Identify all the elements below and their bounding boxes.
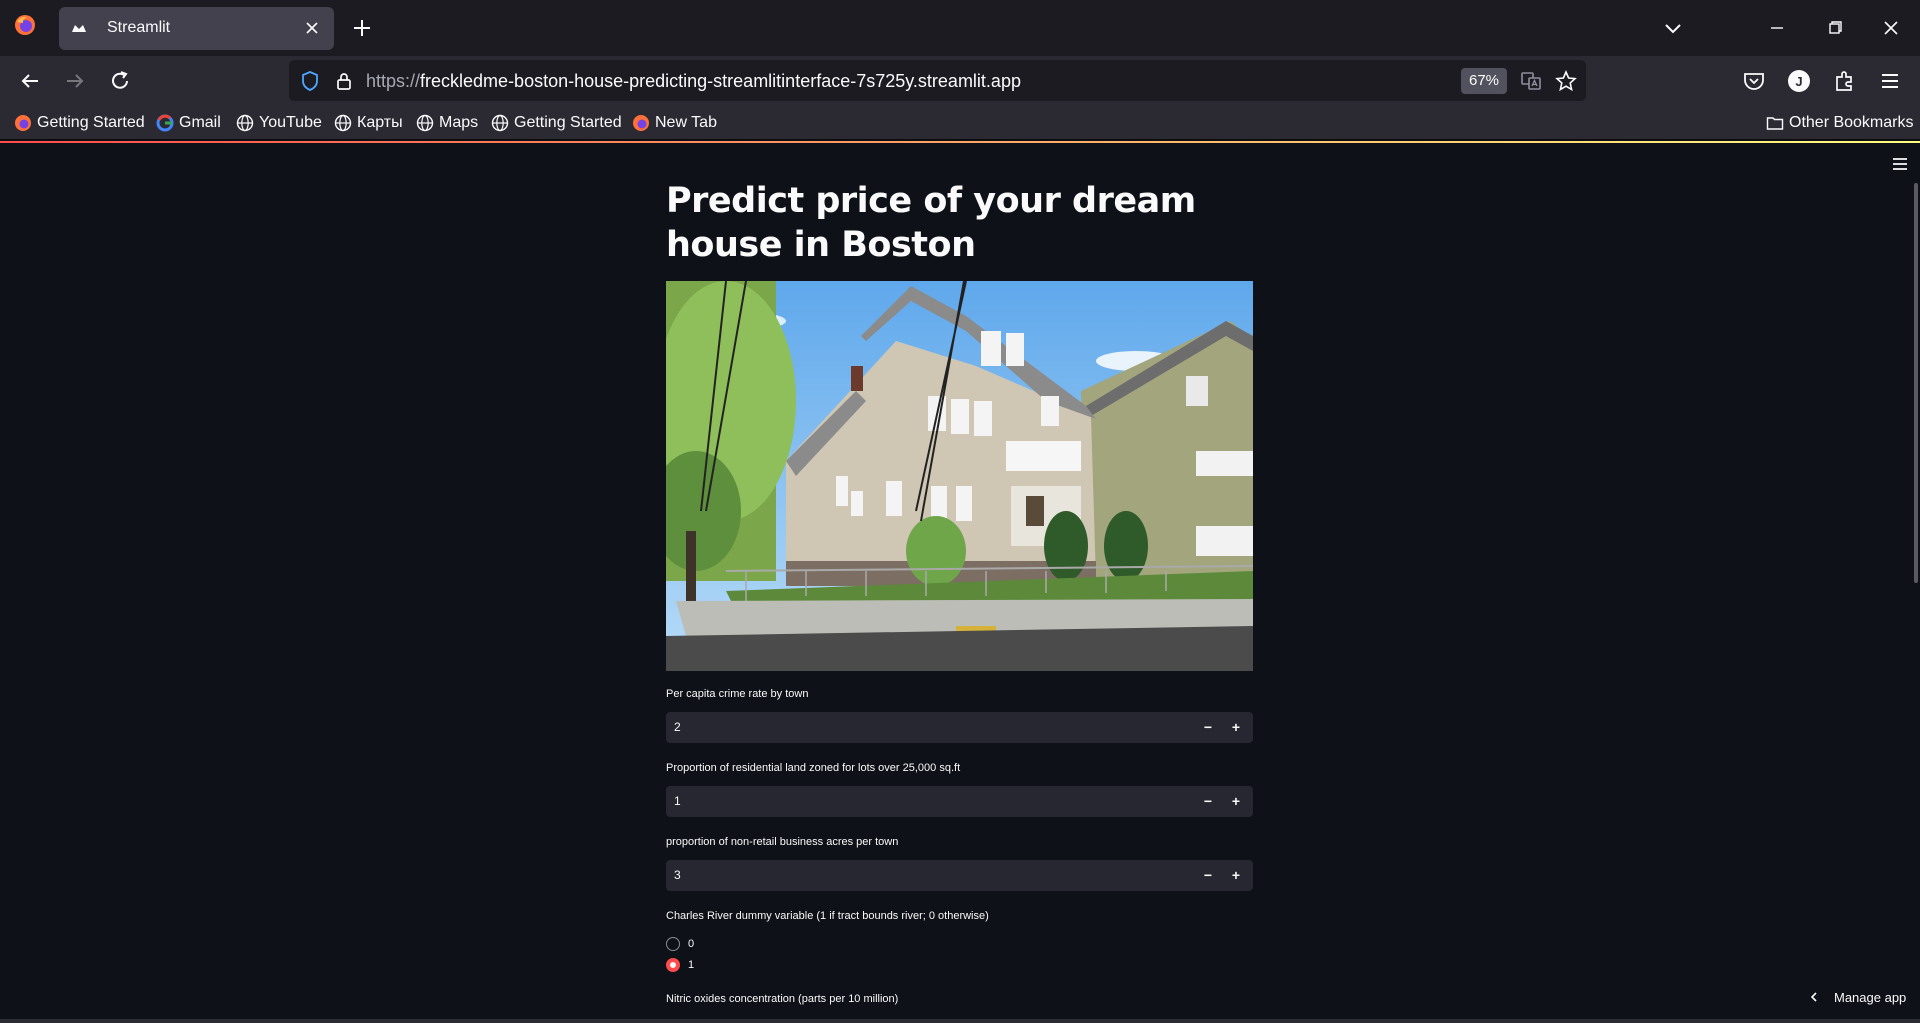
pocket-icon[interactable] (1740, 67, 1768, 95)
account-avatar-icon[interactable]: J (1785, 67, 1813, 95)
bookmark-new-tab[interactable]: New Tab (632, 113, 717, 133)
house-photo (666, 281, 1253, 671)
residential-land-input[interactable]: 1 − + (666, 786, 1253, 817)
non-retail-acres-increment-button[interactable]: + (1225, 860, 1247, 891)
bookmark-label: Карты (357, 114, 403, 131)
bookmark-youtube[interactable]: YouTube (236, 113, 322, 133)
account-initial: J (1795, 74, 1802, 89)
manage-app-button[interactable]: Manage app (1808, 986, 1906, 1008)
bookmark-getting-started[interactable]: Getting Started (14, 113, 145, 133)
window-restore-icon[interactable] (1820, 15, 1850, 41)
crime-rate-increment-button[interactable]: + (1225, 712, 1247, 743)
radio-option-label: 1 (688, 959, 695, 971)
url-host: freckledme-boston-house-predicting-strea… (420, 71, 1021, 91)
globe-icon (236, 114, 254, 132)
radio-option-label: 0 (688, 938, 695, 950)
globe-icon (491, 114, 509, 132)
non-retail-acres-label: proportion of non-retail business acres … (666, 836, 899, 848)
reload-icon[interactable] (106, 67, 134, 95)
bookmark-karty[interactable]: Карты (334, 113, 403, 133)
globe-icon (416, 114, 434, 132)
translate-page-icon[interactable] (1519, 69, 1543, 93)
streamlit-favicon-icon (72, 25, 86, 32)
non-retail-acres-input[interactable]: 3 − + (666, 860, 1253, 891)
radio-unselected-icon[interactable] (666, 937, 680, 951)
google-icon (156, 114, 174, 132)
firefox-icon (15, 115, 31, 131)
page-scrollbar[interactable] (1914, 183, 1918, 583)
bookmark-gmail[interactable]: Gmail (156, 113, 221, 133)
crime-rate-decrement-button[interactable]: − (1197, 712, 1219, 743)
bookmark-label: Getting Started (37, 114, 145, 131)
crime-rate-label: Per capita crime rate by town (666, 688, 809, 700)
bookmark-label: Gmail (179, 114, 221, 131)
non-retail-acres-value[interactable]: 3 (674, 868, 681, 882)
tracking-protection-shield-icon[interactable] (299, 70, 321, 92)
url-bar[interactable]: https://freckledme-boston-house-predicti… (289, 60, 1586, 101)
window-minimize-icon[interactable] (1762, 15, 1792, 41)
bookmarks-toolbar: Getting Started Gmail YouTube Карты Maps… (0, 106, 1920, 140)
residential-land-decrement-button[interactable]: − (1197, 786, 1219, 817)
bookmark-maps[interactable]: Maps (416, 113, 478, 133)
firefox-icon (633, 115, 649, 131)
crime-rate-value[interactable]: 2 (674, 720, 681, 734)
url-text[interactable]: https://freckledme-boston-house-predicti… (366, 71, 1021, 92)
url-protocol: https:// (366, 71, 421, 91)
charles-river-option-1[interactable]: 1 (666, 956, 694, 974)
bookmark-label: Maps (439, 114, 479, 131)
other-bookmarks-label: Other Bookmarks (1789, 114, 1914, 131)
folder-icon (1766, 117, 1784, 130)
chevron-left-icon (1810, 992, 1817, 1002)
browser-tab-bar: Streamlit (0, 0, 1920, 56)
house-photo-illustration (666, 281, 1253, 671)
extensions-puzzle-icon[interactable] (1831, 67, 1859, 95)
new-tab-plus-icon[interactable] (349, 15, 375, 41)
bookmark-star-icon[interactable] (1554, 69, 1578, 93)
app-main-menu-icon[interactable] (1892, 157, 1908, 171)
residential-land-increment-button[interactable]: + (1225, 786, 1247, 817)
manage-app-label: Manage app (1834, 989, 1907, 1005)
crime-rate-input[interactable]: 2 − + (666, 712, 1253, 743)
tab-streamlit[interactable]: Streamlit (59, 7, 334, 50)
bottom-edge (0, 1019, 1920, 1023)
residential-land-value[interactable]: 1 (674, 794, 681, 808)
non-retail-acres-decrement-button[interactable]: − (1197, 860, 1219, 891)
residential-land-label: Proportion of residential land zoned for… (666, 762, 961, 774)
bookmark-label: New Tab (655, 114, 717, 131)
forward-arrow-icon[interactable] (61, 67, 89, 95)
bookmark-label: YouTube (259, 114, 322, 131)
charles-river-label: Charles River dummy variable (1 if tract… (666, 910, 989, 922)
tab-title: Streamlit (107, 19, 171, 36)
radio-selected-icon[interactable] (666, 958, 680, 972)
browser-nav-bar: https://freckledme-boston-house-predicti… (0, 56, 1920, 106)
page-title: Predict price of your dream house in Bos… (666, 181, 1196, 265)
charles-river-option-0[interactable]: 0 (666, 935, 694, 953)
firefox-logo-icon[interactable] (14, 14, 36, 36)
bookmark-label: Getting Started (514, 114, 622, 131)
zoom-level-badge[interactable]: 67% (1461, 68, 1508, 94)
other-bookmarks-folder[interactable]: Other Bookmarks (1766, 113, 1913, 133)
lock-icon[interactable] (333, 70, 355, 92)
back-arrow-icon[interactable] (16, 67, 44, 95)
bookmark-getting-started-2[interactable]: Getting Started (491, 113, 622, 133)
close-tab-icon[interactable] (300, 16, 324, 40)
list-all-tabs-chevron-icon[interactable] (1660, 15, 1686, 41)
globe-icon (334, 114, 352, 132)
streamlit-app: Predict price of your dream house in Bos… (0, 143, 1920, 1023)
hamburger-menu-icon[interactable] (1876, 67, 1904, 95)
window-close-icon[interactable] (1876, 15, 1906, 41)
nitric-oxides-label: Nitric oxides concentration (parts per 1… (666, 993, 899, 1005)
